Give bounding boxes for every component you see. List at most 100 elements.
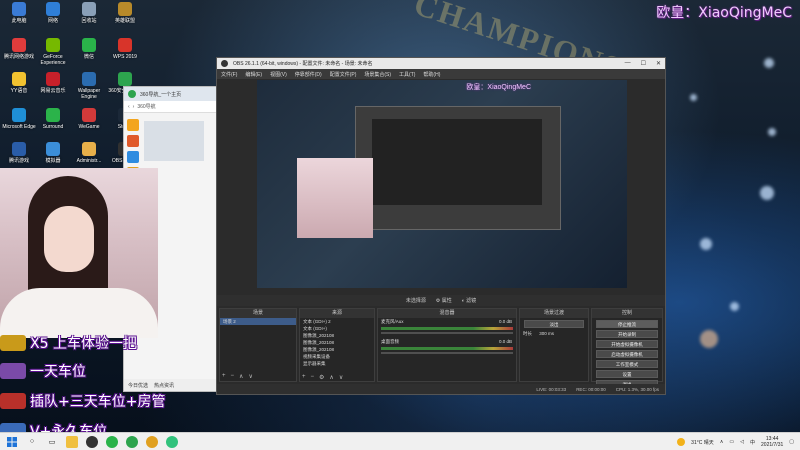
gear-icon[interactable]: ⚙ bbox=[319, 374, 324, 381]
rec-status: REC: 00:00:00 bbox=[576, 386, 606, 392]
start-virtual-camera-button[interactable]: 启动虚拟摄像机 bbox=[596, 350, 658, 358]
browser-footer-item[interactable]: 今日优选 bbox=[128, 382, 148, 389]
clock[interactable]: 13:44 2021/7/31 bbox=[761, 436, 783, 448]
remove-icon[interactable]: − bbox=[231, 373, 235, 380]
menu-view[interactable]: 视图(V) bbox=[270, 71, 287, 78]
obs-taskbar-icon[interactable] bbox=[86, 435, 98, 448]
menu-scene-collection[interactable]: 场景集合(S) bbox=[364, 71, 391, 78]
chevron-up-icon[interactable]: ∧ bbox=[720, 439, 724, 445]
volume-slider[interactable] bbox=[381, 352, 513, 354]
transition-duration: 时长 300 ms bbox=[520, 330, 588, 337]
stop-streaming-button[interactable]: 停止推流 bbox=[596, 320, 658, 328]
app-icon[interactable] bbox=[127, 151, 139, 163]
desktop-icon[interactable]: WPS 2019 bbox=[108, 38, 142, 60]
volume-slider[interactable] bbox=[381, 332, 513, 334]
desktop-icon[interactable]: 网络 bbox=[36, 2, 70, 24]
add-icon[interactable]: + bbox=[302, 374, 306, 381]
desktop-icon[interactable]: Wallpaper Engine bbox=[72, 72, 106, 100]
source-item[interactable]: 文本 (GDI+) 2 bbox=[300, 318, 374, 325]
desktop-icon[interactable]: GeForce Experience bbox=[36, 38, 70, 66]
filters-button[interactable]: ◐ 滤镜 bbox=[462, 297, 476, 304]
back-icon[interactable]: ‹ bbox=[128, 104, 130, 110]
desktop-icon[interactable]: Microsoft Edge bbox=[2, 108, 36, 130]
notification-icon[interactable]: ▢ bbox=[789, 439, 794, 445]
source-item[interactable]: 图像源_202108 bbox=[300, 346, 374, 353]
start-recording-button[interactable]: 开始录制 bbox=[596, 330, 658, 338]
source-item[interactable]: 图像源_202108 bbox=[300, 339, 374, 346]
menu-edit[interactable]: 编辑(E) bbox=[245, 71, 262, 78]
studio-mode-button[interactable]: 工作室模式 bbox=[596, 360, 658, 368]
remove-icon[interactable]: − bbox=[311, 374, 315, 381]
app-icon bbox=[82, 72, 96, 86]
desktop-icon[interactable]: Surround bbox=[36, 108, 70, 130]
network-icon[interactable]: ▭ bbox=[729, 439, 734, 445]
duration-input[interactable]: 300 ms bbox=[539, 331, 554, 336]
desktop-icon[interactable]: 网易云音乐 bbox=[36, 72, 70, 94]
mixer-channel: 桌面音频 0.0 dB bbox=[378, 338, 516, 345]
add-icon[interactable]: + bbox=[222, 373, 226, 380]
app-icon bbox=[46, 2, 60, 16]
source-item[interactable]: 文本 (GDI+) bbox=[300, 325, 374, 332]
menu-file[interactable]: 文件(F) bbox=[221, 71, 237, 78]
desktop-icon[interactable]: 腾讯网络游戏 bbox=[2, 38, 36, 60]
windows-start-icon[interactable] bbox=[6, 436, 18, 448]
app-icon[interactable] bbox=[127, 135, 139, 147]
wallpaper-light bbox=[760, 186, 774, 200]
weather-icon[interactable] bbox=[677, 438, 686, 446]
volume-icon[interactable]: ◁ bbox=[740, 439, 744, 445]
menu-help[interactable]: 帮助(H) bbox=[423, 71, 440, 78]
maximize-icon[interactable]: ☐ bbox=[641, 60, 646, 67]
app-taskbar-icon[interactable] bbox=[146, 435, 158, 448]
desktop-icon[interactable]: 腾讯游戏 bbox=[2, 142, 36, 164]
controls-dock-title: 控制 bbox=[592, 309, 662, 318]
browser-address-bar[interactable]: ‹ › 360导航 bbox=[124, 101, 217, 113]
desktop-icon[interactable]: YY语音 bbox=[2, 72, 36, 94]
source-item[interactable]: 图像源_202108 bbox=[300, 332, 374, 339]
desktop-icon[interactable]: WeGame bbox=[72, 108, 106, 130]
forward-icon[interactable]: › bbox=[133, 104, 135, 110]
move-down-icon[interactable]: ∨ bbox=[248, 373, 252, 380]
app-icon bbox=[46, 142, 60, 156]
settings-button[interactable]: 设置 bbox=[596, 370, 658, 378]
browser-taskbar-icon[interactable] bbox=[126, 435, 138, 448]
input-method-indicator[interactable]: 中 bbox=[750, 439, 755, 446]
file-explorer-icon[interactable] bbox=[66, 435, 78, 448]
app-icon[interactable] bbox=[127, 119, 139, 131]
desktop-icon[interactable]: 微信 bbox=[72, 38, 106, 60]
desktop-icon-label: 网易云音乐 bbox=[40, 88, 66, 94]
browser-footer-item[interactable]: 热点资讯 bbox=[154, 382, 174, 389]
desktop-icon[interactable]: 模拟器 bbox=[36, 142, 70, 164]
music-taskbar-icon[interactable] bbox=[166, 435, 178, 448]
desktop-icon[interactable]: 回收站 bbox=[72, 2, 106, 24]
menu-profile[interactable]: 配置文件(P) bbox=[330, 71, 357, 78]
close-icon[interactable]: ✕ bbox=[656, 60, 661, 67]
search-icon[interactable]: ○ bbox=[26, 436, 38, 448]
scene-item[interactable]: 场景 2 bbox=[220, 318, 296, 325]
move-down-icon[interactable]: ∨ bbox=[339, 374, 343, 381]
overlay-tier: X5 上车体验一把 bbox=[0, 332, 137, 354]
properties-button[interactable]: ⚙ 属性 bbox=[436, 297, 452, 304]
obs-titlebar[interactable]: OBS 26.1.1 (64-bit, windows) - 配置文件: 未命名… bbox=[217, 58, 665, 69]
source-item[interactable]: 显示器采集 bbox=[300, 360, 374, 367]
channel-level: 0.0 dB bbox=[498, 339, 512, 344]
source-item[interactable]: 视频采集设备 bbox=[300, 353, 374, 360]
desktop-icon[interactable]: Administr... bbox=[72, 142, 106, 164]
menu-tools[interactable]: 工具(T) bbox=[399, 71, 415, 78]
obs-preview-canvas[interactable]: 欧皇：XiaoQingMeC bbox=[257, 80, 627, 288]
move-up-icon[interactable]: ∧ bbox=[239, 373, 243, 380]
address-text[interactable]: 360导航 bbox=[137, 103, 155, 110]
desktop-icon[interactable]: 此电脑 bbox=[2, 2, 36, 24]
weather-text[interactable]: 31°C 晴天 bbox=[691, 439, 714, 446]
move-up-icon[interactable]: ∧ bbox=[329, 374, 333, 381]
browser-tab[interactable]: 360导航_一个主页 bbox=[140, 91, 181, 98]
transition-type-select[interactable]: 淡出 bbox=[524, 320, 584, 328]
obs-window[interactable]: OBS 26.1.1 (64-bit, windows) - 配置文件: 未命名… bbox=[216, 57, 666, 395]
minimize-icon[interactable]: — bbox=[625, 60, 631, 67]
duration-label: 时长 bbox=[523, 331, 532, 336]
desktop-icon[interactable]: 英雄联盟 bbox=[108, 2, 142, 24]
wechat-taskbar-icon[interactable] bbox=[106, 435, 118, 448]
virtual-camera-button[interactable]: 开始虚拟摄像机 bbox=[596, 340, 658, 348]
overlay-tier: 一天车位 bbox=[0, 360, 86, 382]
menu-docks[interactable]: 停靠部件(D) bbox=[295, 71, 322, 78]
task-view-icon[interactable]: ▭ bbox=[46, 436, 58, 448]
